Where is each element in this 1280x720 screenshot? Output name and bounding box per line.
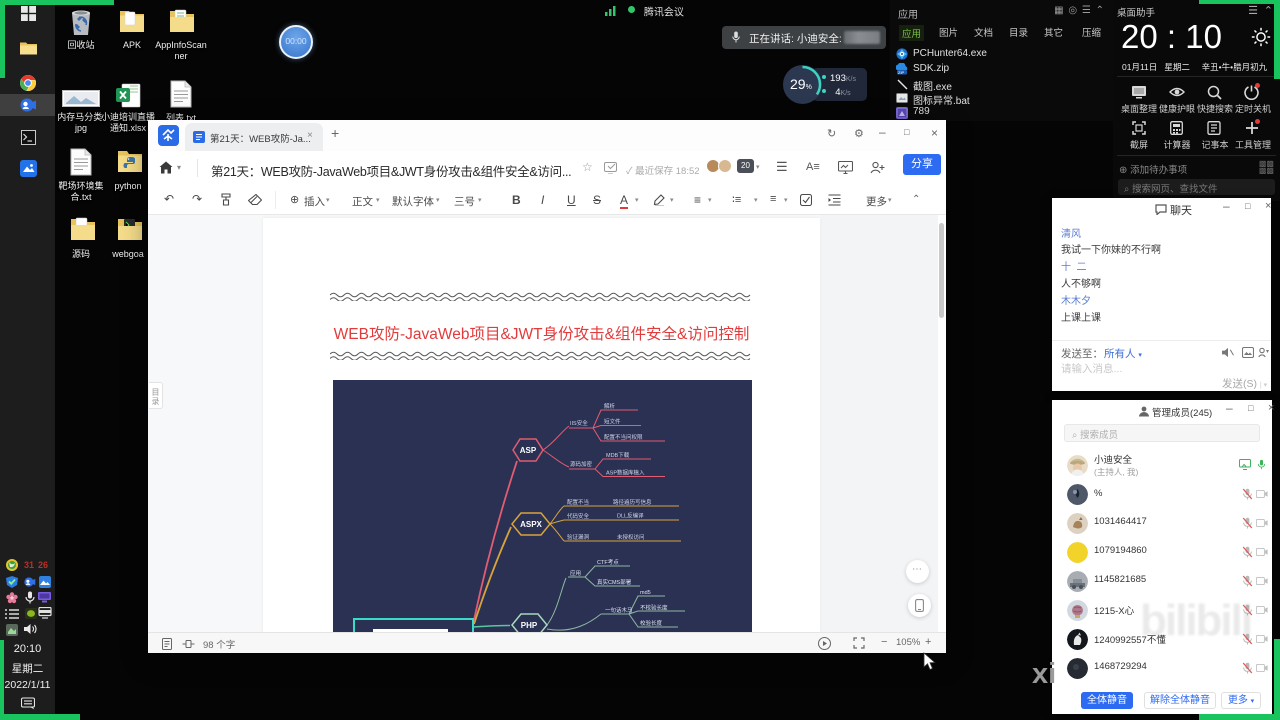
svg-text:源码加密: 源码加密: [570, 460, 593, 468]
svg-text:ASPX: ASPX: [520, 520, 542, 529]
svg-text:ASP数据库植入: ASP数据库植入: [606, 469, 645, 477]
svg-text:IIS安全: IIS安全: [570, 419, 588, 427]
svg-text:配置不当: 配置不当: [567, 498, 589, 506]
svg-text:PHP: PHP: [521, 621, 538, 630]
svg-text:MDB下载: MDB下载: [606, 451, 630, 459]
svg-text:路径遍历写信息: 路径遍历写信息: [613, 498, 652, 506]
svg-text:解析: 解析: [604, 402, 616, 410]
svg-text:未授权访问: 未授权访问: [617, 533, 645, 541]
svg-text:CTF考点: CTF考点: [597, 559, 619, 566]
svg-text:ASP: ASP: [520, 446, 537, 455]
svg-text:不校验长度: 不校验长度: [640, 604, 668, 612]
svg-text:校验长度: 校验长度: [640, 619, 663, 627]
svg-text:配置不当问权限: 配置不当问权限: [604, 433, 643, 441]
svg-text:md5: md5: [640, 590, 651, 596]
svg-text:短文件: 短文件: [604, 418, 621, 426]
svg-text:DLL反编译: DLL反编译: [617, 512, 644, 520]
svg-text:一句话木马: 一句话木马: [605, 606, 633, 614]
svg-text:代码安全: 代码安全: [567, 512, 590, 520]
svg-text:真实CMS部署: 真实CMS部署: [597, 578, 632, 586]
svg-text:应用: 应用: [570, 569, 581, 577]
svg-text:验证漏洞: 验证漏洞: [567, 533, 590, 541]
svg-text:ZIP: ZIP: [898, 70, 905, 75]
